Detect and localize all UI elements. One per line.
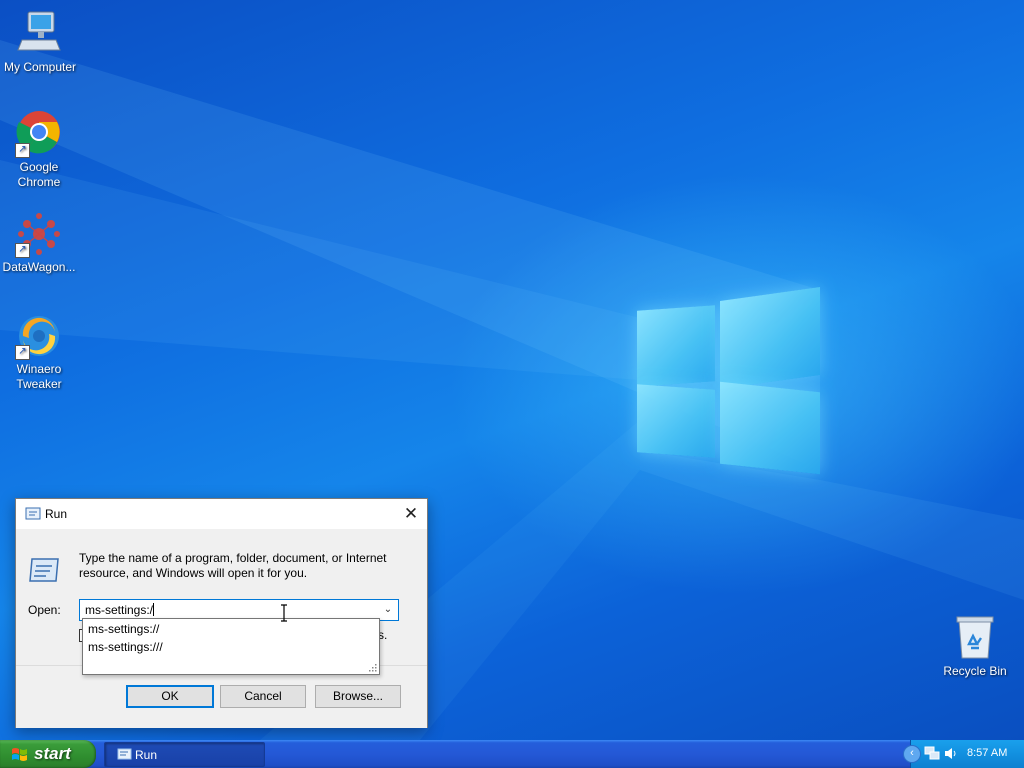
volume-icon[interactable] <box>944 747 958 760</box>
recycle-bin-icon <box>951 614 999 662</box>
ok-button[interactable]: OK <box>126 685 214 708</box>
start-label: start <box>34 744 71 763</box>
run-dialog-description: Type the name of a program, folder, docu… <box>79 551 387 580</box>
autocomplete-item[interactable]: ms-settings:// <box>83 619 379 637</box>
open-label: Open: <box>28 603 61 617</box>
run-icon <box>25 507 41 520</box>
taskbar-item-label: Run <box>135 748 158 762</box>
datawagon-icon: ↗ <box>15 210 63 258</box>
close-button[interactable]: ✕ <box>395 499 427 529</box>
desktop-icon-recycle-bin[interactable]: Recycle Bin <box>935 614 1015 679</box>
cancel-button[interactable]: Cancel <box>220 685 306 708</box>
open-input[interactable]: ms-settings:/ <box>85 603 155 617</box>
run-dialog-titlebar[interactable]: Run ✕ <box>16 499 427 529</box>
run-program-icon <box>29 558 59 582</box>
ibeam-cursor-icon <box>281 604 287 622</box>
close-icon: ✕ <box>403 504 419 523</box>
text-caret <box>153 603 155 616</box>
resize-grip-icon[interactable] <box>368 663 377 672</box>
shortcut-arrow-icon: ↗ <box>15 143 30 158</box>
taskbar: start Run ‹ 8:57 AM <box>0 740 1024 768</box>
computer-icon <box>16 10 64 58</box>
desktop-icon-my-computer[interactable]: My Computer <box>0 10 80 75</box>
browse-button[interactable]: Browse... <box>315 685 401 708</box>
desktop-icon-label: Google Chrome <box>17 160 61 189</box>
desktop-icon-winaero-tweaker[interactable]: ↗ Winaero Tweaker <box>0 312 79 392</box>
chevron-left-icon: ‹ <box>910 747 914 759</box>
shortcut-arrow-icon: ↗ <box>15 243 30 258</box>
start-button[interactable]: start <box>0 740 96 768</box>
desktop-icon-google-chrome[interactable]: ↗ Google Chrome <box>0 110 79 190</box>
desktop-icon-label: DataWagon... <box>2 260 76 274</box>
show-hidden-icons-button[interactable]: ‹ <box>903 745 921 763</box>
network-icon[interactable] <box>924 746 940 761</box>
run-dialog-title: Run <box>45 507 68 521</box>
chevron-down-icon[interactable]: ⌄ <box>380 600 396 620</box>
desktop-icon-datawagon[interactable]: ↗ DataWagon... <box>0 210 79 275</box>
windows-flag-icon <box>12 748 27 761</box>
desktop-icon-label: My Computer <box>3 60 77 74</box>
desktop-icon-label: Winaero Tweaker <box>16 362 62 391</box>
run-icon <box>117 748 132 760</box>
taskbar-item-run[interactable]: Run <box>104 742 265 767</box>
open-input-value: ms-settings:/ <box>85 603 154 617</box>
chrome-icon: ↗ <box>15 110 63 158</box>
winaero-icon: ↗ <box>15 312 63 360</box>
clock[interactable]: 8:57 AM <box>967 747 1007 759</box>
shortcut-arrow-icon: ↗ <box>15 345 30 360</box>
autocomplete-list: ms-settings:// ms-settings:/// <box>82 618 380 675</box>
windows-logo-wallpaper <box>634 286 824 482</box>
desktop-icon-label: Recycle Bin <box>943 664 1007 678</box>
autocomplete-item[interactable]: ms-settings:/// <box>83 637 379 655</box>
system-tray: ‹ 8:57 AM <box>903 740 1024 768</box>
run-dialog: Run ✕ Type the name of a program, folder… <box>15 498 428 728</box>
